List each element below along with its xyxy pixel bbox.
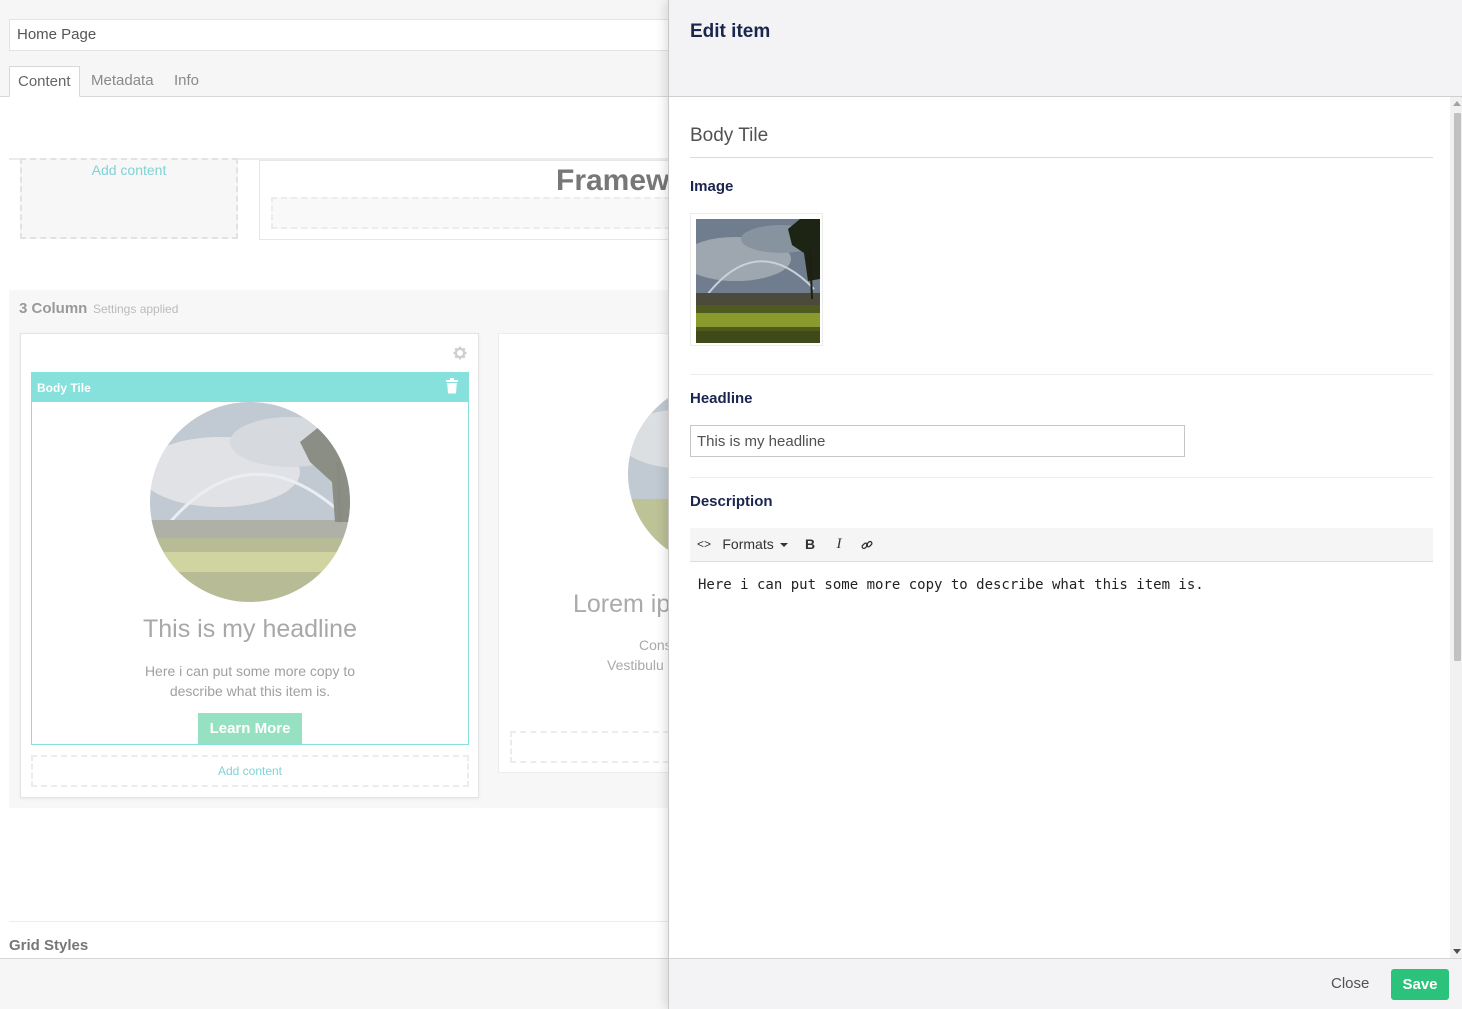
tile-header-label: Body Tile: [37, 381, 91, 395]
tile-image: [150, 402, 350, 602]
image-label: Image: [690, 178, 734, 195]
item-name-divider: [690, 157, 1433, 158]
section-divider: [690, 374, 1433, 375]
tile-header: Body Tile: [32, 373, 468, 402]
tile-description: Here i can put some more copy to describ…: [144, 663, 356, 699]
column-2-text-line-1: Cons: [639, 637, 672, 653]
three-column-row: 3 Column Settings applied Body Tile This…: [9, 290, 698, 808]
headline-input[interactable]: [690, 425, 1185, 457]
frame-column: Framew: [259, 160, 679, 240]
description-editor[interactable]: Here i can put some more copy to describ…: [698, 577, 1204, 593]
frame-heading: Framew: [556, 164, 670, 197]
section-divider: [690, 477, 1433, 478]
add-content-area[interactable]: Add content: [20, 158, 238, 239]
panel-header: Edit item: [669, 0, 1462, 97]
grid-styles-heading: Grid Styles: [9, 937, 89, 954]
headline-label: Headline: [690, 390, 753, 407]
tab-content[interactable]: Content: [9, 66, 80, 97]
italic-button[interactable]: I: [829, 528, 849, 562]
edit-item-panel: Edit item Body Tile Image Headline This …: [668, 0, 1462, 1009]
scrollbar-thumb[interactable]: [1454, 113, 1461, 661]
image-picker[interactable]: [690, 213, 823, 346]
rich-text-toolbar: <> Formats B I: [690, 528, 1433, 562]
formats-label: Formats: [722, 536, 774, 552]
row-title: 3 Column: [19, 300, 88, 317]
save-button[interactable]: Save: [1391, 969, 1449, 1000]
column-2-headline: Lorem ip: [573, 590, 671, 618]
row-settings-status: Settings applied: [93, 302, 179, 316]
add-content-link[interactable]: Add content: [22, 162, 236, 178]
trash-icon[interactable]: [446, 378, 458, 394]
add-content-button[interactable]: Add content: [31, 755, 469, 787]
tab-metadata[interactable]: Metadata: [91, 66, 154, 97]
grid-divider: [9, 921, 670, 922]
description-label: Description: [690, 493, 773, 510]
panel-scrollbar[interactable]: [1450, 97, 1462, 958]
item-type-name: Body Tile: [690, 125, 769, 146]
caret-down-icon: [779, 543, 788, 548]
scroll-up-arrow-icon[interactable]: [1453, 101, 1461, 106]
panel-body: Body Tile Image Headline This is my head…: [669, 97, 1462, 958]
learn-more-button[interactable]: Learn More: [198, 713, 302, 744]
image-thumbnail[interactable]: [696, 219, 820, 343]
page-name-input[interactable]: Home Page: [9, 19, 689, 51]
gear-icon[interactable]: [453, 346, 467, 364]
tile-headline: This is my headline: [143, 615, 357, 643]
formats-dropdown[interactable]: Formats: [719, 528, 791, 562]
body-tile[interactable]: Body Tile This is my headline Here i can…: [31, 372, 469, 745]
editor-footer: [0, 958, 670, 1009]
link-icon[interactable]: [857, 528, 877, 562]
column-2-text-line-2: Vestibulu: [607, 657, 664, 673]
source-code-icon[interactable]: <>: [694, 528, 714, 562]
bold-button[interactable]: B: [800, 528, 820, 562]
panel-footer: Close Save: [669, 958, 1462, 1009]
tab-info[interactable]: Info: [174, 66, 199, 97]
column-1: Body Tile This is my headline Here i can…: [20, 333, 479, 798]
frame-add-area[interactable]: [271, 197, 678, 229]
panel-title: Edit item: [690, 21, 771, 42]
close-button[interactable]: Close: [1331, 975, 1369, 992]
scroll-down-arrow-icon[interactable]: [1453, 949, 1461, 954]
